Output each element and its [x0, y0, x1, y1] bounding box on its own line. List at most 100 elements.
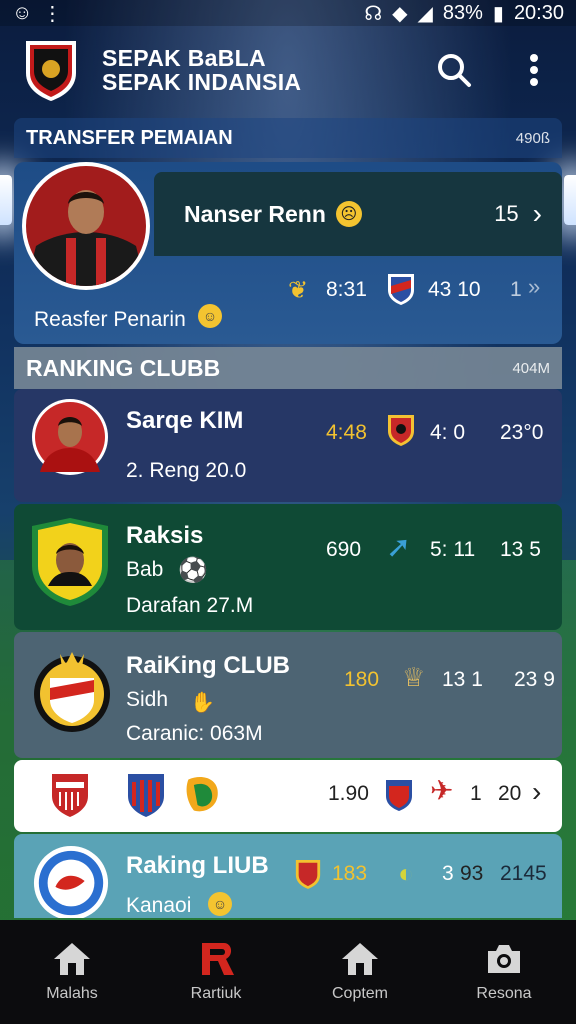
bottom-navigation: Malahs Rartiuk Coptem Resona — [0, 920, 576, 1024]
home-icon — [54, 943, 90, 975]
app-bar: SEPAK BaBLA SEPAK INDANSIA — [0, 28, 576, 112]
ranking-row-1[interactable]: Sarqe KIM 2. Reng 20.0 4:48 4: 0 23°0 — [14, 389, 562, 502]
club-total: 13 5 — [500, 538, 541, 561]
club-crest-icon — [34, 652, 110, 732]
chevron-right-icon[interactable]: › — [532, 776, 541, 808]
club-crest-icon — [128, 774, 164, 817]
transfer-extra: 1 — [510, 278, 522, 301]
club-score: 3 — [442, 862, 454, 885]
club-sub: Kanaoi — [126, 894, 192, 917]
club-total: 23°0 — [500, 421, 544, 444]
search-icon — [438, 54, 471, 87]
transfer-section-header: TRANSFER PEMAIAN 490ß — [14, 118, 562, 158]
ranking-row-4[interactable]: 1.90 ✈ 1 20 › — [14, 760, 562, 832]
club-crest-icon — [33, 845, 109, 918]
player-avatar — [32, 399, 108, 475]
club-sub: 2. Reng 20.0 — [126, 459, 247, 482]
app-title-line1: SEPAK BaBLA — [102, 45, 266, 71]
club-sub2: Darafan 27.M — [126, 594, 254, 617]
club-sub: Bab — [126, 558, 164, 581]
nav-item-profile[interactable]: Resona — [444, 941, 564, 1003]
transfer-caption: Reasfer Penarin — [34, 308, 186, 331]
status-bar: ☺ ⋮ ☊ ◆ ◢ 83% ▮ 20:30 — [0, 0, 576, 26]
search-button[interactable] — [434, 50, 474, 90]
chevron-right-icon[interactable]: › — [533, 198, 542, 230]
club-value: 180 — [344, 668, 380, 691]
nav-item-ranking[interactable]: Rartiuk — [156, 941, 276, 1003]
player-photo-icon — [26, 166, 146, 286]
double-chevron-icon: » — [528, 274, 541, 299]
nav-label: Coptem — [331, 985, 389, 1002]
r-icon — [202, 943, 234, 975]
signal-icon: ◢ — [417, 2, 433, 25]
app-logo-shield-icon — [26, 41, 76, 101]
nav-label: Rartiuk — [190, 985, 242, 1002]
club-crest-icon — [295, 860, 321, 889]
club-name: Raking LIUB — [126, 852, 269, 879]
transfer-time: 8:31 — [326, 278, 367, 301]
runner-icon: ✈ — [430, 775, 454, 806]
more-options-button[interactable] — [514, 50, 554, 90]
trophy-icon: ♕ — [402, 662, 426, 692]
ranking-section-meta: 404M — [512, 359, 550, 377]
notification-icon: ⋮ — [42, 2, 63, 25]
club-sub2: Caranic: 063M — [126, 722, 263, 745]
swoosh-icon: ➚ — [386, 531, 412, 564]
wifi-icon: ◆ — [392, 2, 408, 25]
app-title-line2: SEPAK INDANSIA — [102, 69, 302, 95]
club-name: Raksis — [126, 522, 204, 549]
camera-icon — [488, 945, 520, 973]
more-vertical-icon — [530, 54, 538, 86]
transfer-player-bar[interactable]: Nanser Renn ☹ 15 › — [154, 172, 562, 256]
nav-item-matches[interactable]: Malahs — [12, 941, 132, 1003]
club-value: 690 — [326, 538, 362, 561]
ranking-row-2[interactable]: Raksis Bab ⚽ Darafan 27.M 690 ➚ 5: 11 13… — [14, 504, 562, 630]
ranking-row-3[interactable]: RaiKing CLUB Sidh ✋ Caranic: 063M 180 ♕ … — [14, 632, 562, 758]
ranking-section-header: RANKING CLUBB 404M — [14, 347, 562, 389]
transfer-player-avatar — [22, 162, 150, 290]
club-value: 1.90 — [328, 782, 369, 805]
club-value: 4:48 — [326, 421, 367, 444]
ranking-section-title: RANKING CLUBB — [26, 354, 221, 381]
transfer-card[interactable]: Nanser Renn ☹ 15 › ❦ 8:31 43 10 1 » Reas… — [14, 162, 562, 344]
transfer-score: 43 10 — [428, 278, 481, 301]
club-total: 2145 — [500, 862, 547, 885]
club-shield-icon — [32, 518, 108, 606]
club-crest-icon — [388, 274, 414, 305]
club-sub: Sidh — [126, 688, 169, 711]
clock: 20:30 — [513, 1, 564, 24]
smiley-icon: ☹ — [335, 201, 362, 227]
emoji-icon: ☺ — [208, 892, 232, 916]
transfer-section-title: TRANSFER PEMAIAN — [26, 126, 233, 149]
nfc-icon: ☊ — [364, 2, 383, 25]
hand-icon: ✋ — [190, 692, 215, 714]
nav-label: Malahs — [46, 985, 98, 1002]
club-score: 1 — [470, 782, 482, 805]
app-title: SEPAK BaBLA SEPAK INDANSIA — [102, 46, 301, 94]
club-score: 5: 11 — [430, 538, 476, 561]
floodlight — [0, 175, 12, 225]
team-badge-icon: ❦ — [288, 277, 309, 304]
ball-icon: ⚽ — [178, 557, 208, 584]
club-name: Sarqe KIM — [126, 407, 244, 434]
club-name: RaiKing CLUB — [126, 652, 290, 679]
nav-item-content[interactable]: Coptem — [300, 941, 420, 1003]
emoji-icon: ☺ — [198, 304, 222, 328]
club-total: 23 9 — [514, 668, 555, 691]
club-crest-icon — [386, 780, 412, 811]
app-status-icon: ☺ — [12, 1, 33, 24]
floodlight — [564, 175, 576, 225]
transfer-count: 15 — [494, 201, 519, 226]
transfer-section-meta: 490ß — [515, 129, 550, 147]
club-score: 13 1 — [442, 668, 483, 691]
battery-icon: ▮ — [492, 2, 504, 25]
club-score2: 93 — [460, 862, 484, 885]
nav-label: Resona — [476, 985, 532, 1002]
club-score: 4: 0 — [430, 421, 466, 444]
home-icon — [342, 943, 378, 975]
ranking-row-5[interactable]: Raking LIUB Kanaoi ☺ 183 ◐ 3 93 2145 — [14, 834, 562, 918]
club-crest-icon — [186, 777, 218, 812]
club-value: 183 — [332, 862, 368, 885]
player-photo-icon — [35, 402, 105, 472]
club-total: 20 — [498, 782, 522, 805]
